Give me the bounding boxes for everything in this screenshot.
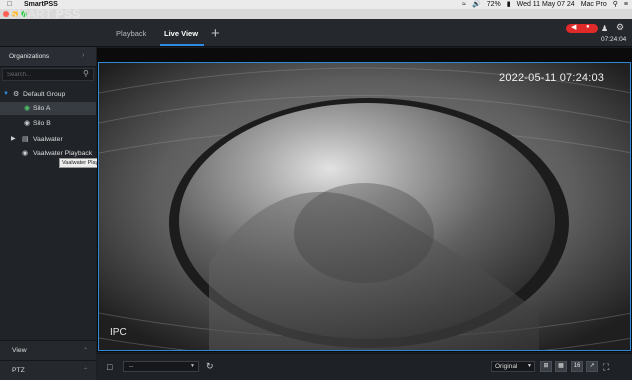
battery-percent: 72% <box>486 1 501 8</box>
brand-text-bold: PSS <box>55 7 81 21</box>
brand-text-light: SMART <box>9 7 56 21</box>
tab-playback[interactable]: Playback <box>116 29 146 38</box>
layout-16-split-button[interactable]: 16 <box>571 361 583 372</box>
device-search-input[interactable] <box>7 70 77 80</box>
section-label: View <box>12 347 27 354</box>
layout-4-split-icon[interactable]: ⊞ <box>540 361 552 372</box>
brand-logo: SMART PSS <box>9 7 81 21</box>
chevron-down-icon: ▼ <box>527 363 532 369</box>
battery-icon[interactable]: ▮ <box>507 0 511 9</box>
wifi-icon[interactable]: ≈ <box>462 0 466 9</box>
volume-icon[interactable]: 🔊 <box>472 0 481 9</box>
view-select[interactable]: -- ▼ <box>123 361 199 372</box>
alarm-dot-icon: ● <box>586 24 590 30</box>
section-label: PTZ <box>12 367 25 374</box>
speaker-muted-icon: ◀ <box>571 24 577 31</box>
group-icon: ⚙ <box>13 91 20 98</box>
camera-pin-icon: ◉ <box>22 150 29 157</box>
search-icon[interactable]: ⚲ <box>83 69 89 78</box>
macos-menubar:  SmartPSS ≈ 🔊 72% ▮ Wed 11 May 07 24 Ma… <box>0 0 632 9</box>
tree-item-silo-a[interactable]: ◉ Silo A <box>0 102 96 115</box>
osd-timestamp: 2022-05-11 07:24:03 <box>499 72 605 84</box>
tree-item-default-group[interactable]: ▼ ⚙ Default Group <box>0 88 96 101</box>
menubar-computer-name[interactable]: Mac Pro <box>581 0 607 9</box>
fullscreen-icon[interactable]: ⛶ <box>603 362 609 373</box>
caret-right-icon[interactable]: ▶ <box>11 133 16 146</box>
spotlight-search-icon[interactable]: ⚲ <box>613 0 618 9</box>
app-header <box>0 19 632 47</box>
menubar-datetime[interactable]: Wed 11 May 07 24 <box>517 0 575 9</box>
tree-item-label: Default Group <box>23 91 66 98</box>
device-search-box: ⚲ <box>2 68 94 81</box>
control-center-icon[interactable]: ≡ <box>624 0 628 9</box>
header-clock: 07:24:04 <box>601 36 627 43</box>
chevron-up-icon: ⌃ <box>83 368 89 374</box>
aspect-ratio-select[interactable]: Original ▼ <box>491 361 535 372</box>
camera-pin-icon: ◉ <box>24 120 31 127</box>
active-tab-indicator <box>160 44 204 46</box>
nvr-device-icon: ▤ <box>22 136 29 143</box>
save-view-icon[interactable]: □ <box>107 362 112 372</box>
organizations-title: Organizations <box>9 53 50 60</box>
menubar-status-area: ≈ 🔊 72% ▮ Wed 11 May 07 24 Mac Pro ⚲ ≡ <box>462 0 628 9</box>
refresh-icon[interactable]: ↻ <box>206 361 214 372</box>
video-window[interactable] <box>98 62 631 351</box>
osd-channel-name: IPC <box>110 327 127 338</box>
gear-icon[interactable]: ⚙ <box>616 22 624 33</box>
camera-pin-icon: ◉ <box>24 105 31 112</box>
user-icon[interactable]: ♟ <box>601 24 608 33</box>
chevron-up-icon: ⌃ <box>83 348 89 354</box>
tree-item-label: Vaalwater <box>33 136 63 143</box>
layout-9-split-icon[interactable]: ▦ <box>555 361 567 372</box>
tree-item-silo-b[interactable]: ◉ Silo B <box>0 117 96 130</box>
sidebar-section-view[interactable]: View ⌃ <box>0 340 96 361</box>
custom-layout-icon[interactable]: ↗ <box>586 361 598 372</box>
sidebar-section-ptz[interactable]: PTZ ⌃ <box>0 360 96 380</box>
tree-item-label: Silo B <box>33 120 51 127</box>
tree-item-label: Silo A <box>33 105 51 112</box>
camera-feed-image <box>99 63 630 350</box>
caret-down-icon[interactable]: ▼ <box>3 88 9 101</box>
chevron-right-icon[interactable]: › <box>82 52 84 59</box>
alarm-indicator[interactable]: ◀ ● <box>566 24 598 33</box>
view-select-value: -- <box>129 363 134 370</box>
tree-item-vaalwater[interactable]: ▶ ▤ Vaalwater <box>0 133 96 146</box>
add-tab-icon[interactable]: + <box>211 25 220 42</box>
aspect-ratio-value: Original <box>495 363 518 370</box>
chevron-down-icon: ▼ <box>190 363 195 369</box>
tab-live-view[interactable]: Live View <box>164 29 198 38</box>
window-titlebar <box>0 9 632 19</box>
